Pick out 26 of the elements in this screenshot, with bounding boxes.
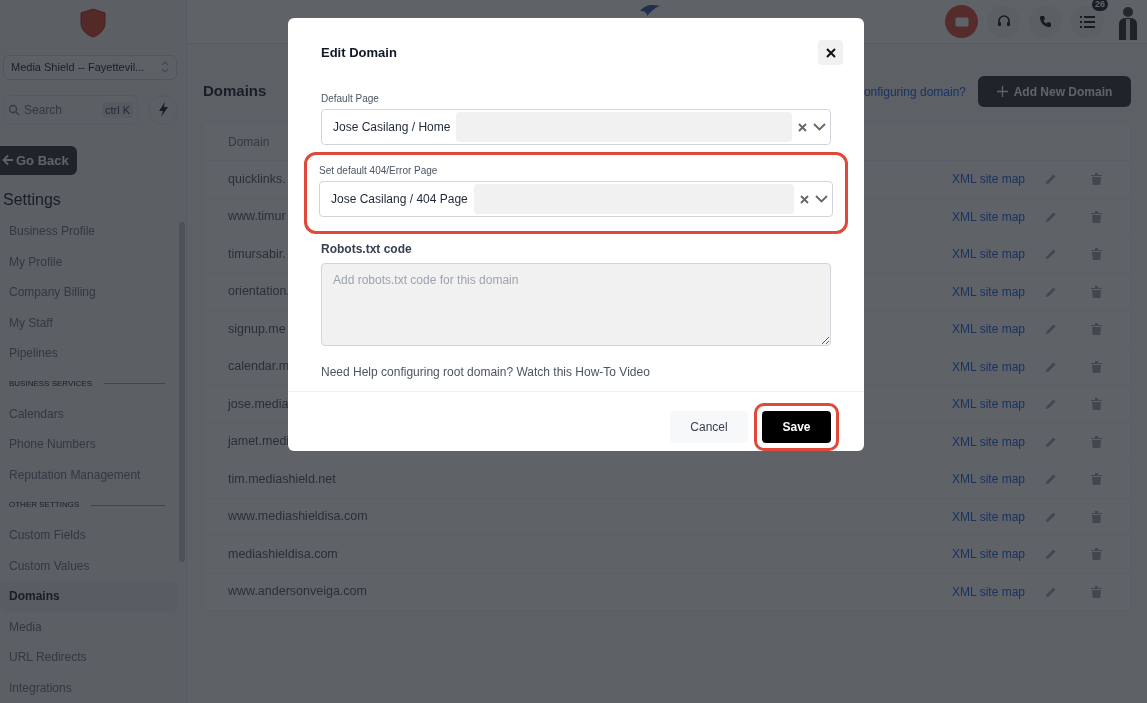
sitemap-link[interactable]: XML site map bbox=[952, 245, 1025, 264]
section-label: OTHER SETTINGS bbox=[9, 500, 80, 510]
sitemap-link[interactable]: XML site map bbox=[952, 395, 1025, 414]
dialog-title: Edit Domain bbox=[321, 43, 397, 62]
sitemap-link[interactable]: XML site map bbox=[952, 320, 1025, 339]
field-label: Default Page bbox=[321, 92, 380, 106]
page-select[interactable]: Jose Casilang / 404 Page bbox=[319, 181, 833, 217]
chevron-down-icon[interactable] bbox=[815, 195, 828, 203]
close-button[interactable] bbox=[818, 40, 843, 65]
clear-icon[interactable] bbox=[800, 194, 809, 204]
sitemap-link[interactable]: XML site map bbox=[952, 545, 1025, 564]
help-text: Need Help configuring root domain? Watch this How-To Video bbox=[321, 364, 651, 381]
settings-heading: Settings bbox=[2, 190, 62, 210]
cancel-button[interactable]: Cancel bbox=[670, 411, 748, 443]
sitemap-link[interactable]: XML site map bbox=[952, 470, 1025, 489]
page-title: Domains bbox=[203, 81, 267, 102]
chevron-down-icon[interactable] bbox=[813, 123, 826, 131]
field-label: Set default 404/Error Page bbox=[319, 164, 439, 178]
robots-code-field[interactable]: Add robots.txt code for this domain bbox=[321, 263, 831, 346]
close-icon bbox=[825, 47, 836, 58]
clear-icon[interactable] bbox=[798, 122, 807, 132]
section-label: BUSINESS SERVICES bbox=[9, 378, 92, 389]
field-label: Robots.txt code bbox=[321, 241, 413, 258]
page-select[interactable]: Jose Casilang / Home bbox=[321, 109, 831, 145]
save-button[interactable]: Save bbox=[762, 411, 831, 443]
sitemap-link[interactable]: XML site map bbox=[952, 170, 1025, 189]
